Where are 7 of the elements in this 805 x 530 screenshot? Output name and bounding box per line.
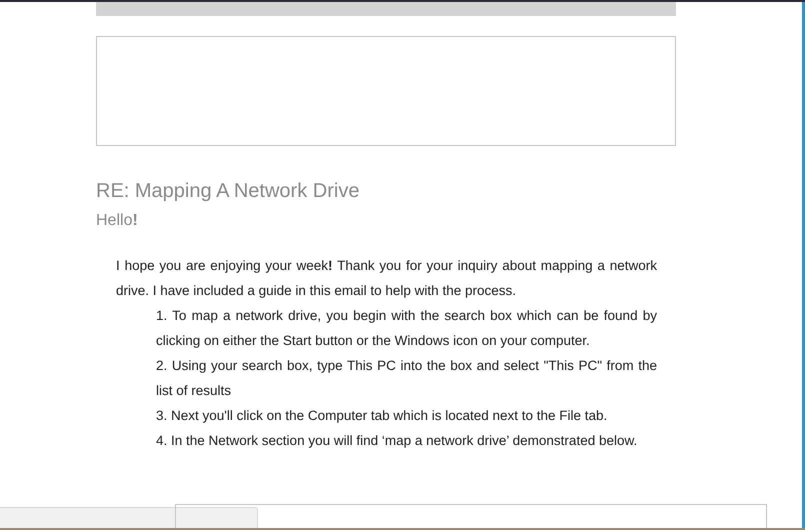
intro-paragraph: I hope you are enjoying your week! Thank you for your inquiry about mapping a network drive. I have included a guide in this email to help with the process. [116,257,657,300]
step-text: 3. Next you'll click on the Computer tab which is located next to the File tab. [156,407,608,425]
step-text: 2. Using your search box, type This PC into the box and select "This PC" from the list of results [156,357,657,400]
step-text: 1. To map a network drive, you begin with the search box which can be found by clicking on either the Start button or the Windows icon on your computer. [156,307,657,350]
step-text: 4. In the Network section you will find ‘map a network drive’ demonstrated below. [156,432,638,450]
greeting: Hello! [96,211,138,231]
email-subject: RE: Mapping A Network Drive [96,179,360,204]
